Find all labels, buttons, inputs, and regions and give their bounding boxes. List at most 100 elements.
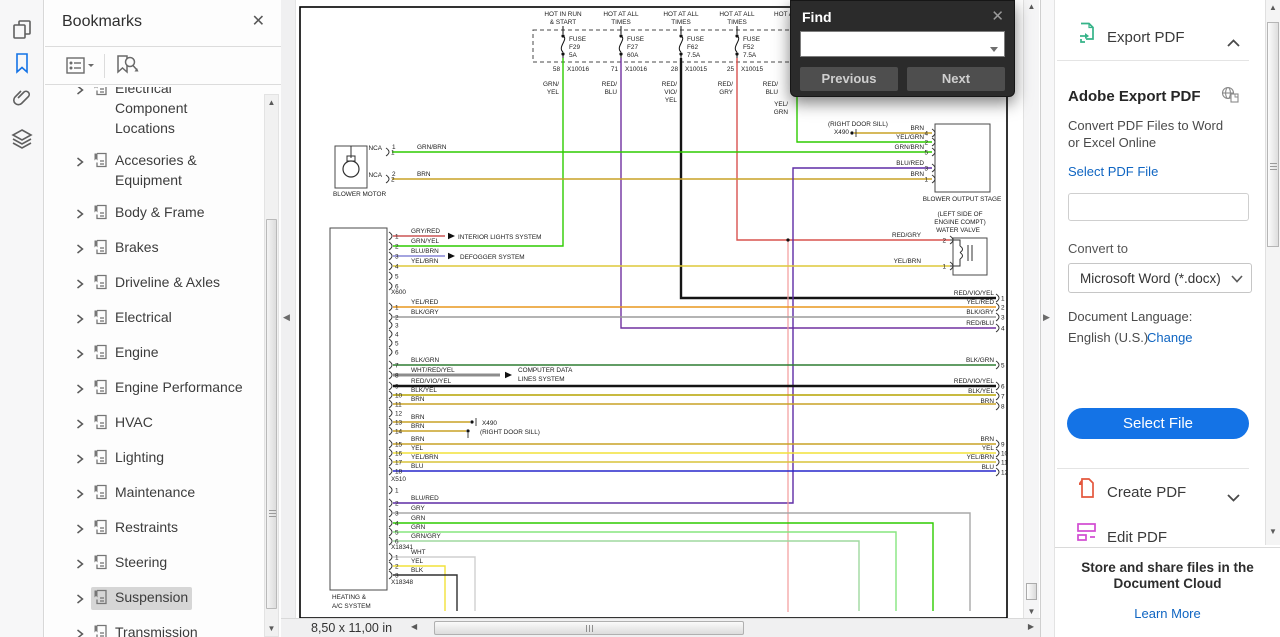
- chevron-right-icon[interactable]: [75, 150, 91, 172]
- svg-text:BRN: BRN: [981, 398, 995, 405]
- chevron-right-icon[interactable]: [75, 552, 91, 574]
- scroll-up-icon[interactable]: ▲: [1024, 2, 1039, 11]
- bookmark-item[interactable]: Restraints: [75, 511, 259, 546]
- close-panel-icon[interactable]: ✕: [252, 11, 265, 31]
- document-vertical-scrollbar[interactable]: ▲ ▼: [1023, 0, 1039, 618]
- svg-text:BLU/RED: BLU/RED: [411, 495, 439, 502]
- bookmark-item[interactable]: Maintenance: [75, 476, 259, 511]
- chevron-right-icon[interactable]: [75, 342, 91, 364]
- find-next-button[interactable]: Next: [907, 67, 1005, 91]
- chevron-right-icon[interactable]: [75, 622, 91, 637]
- scroll-up-icon[interactable]: ▲: [1266, 3, 1280, 12]
- svg-text:X10015: X10015: [741, 66, 763, 73]
- svg-text:BRN: BRN: [411, 396, 425, 403]
- bookmark-item[interactable]: Electrical Component Locations: [75, 87, 259, 144]
- svg-text:& START: & START: [550, 19, 576, 26]
- chevron-right-icon[interactable]: [75, 377, 91, 399]
- select-pdf-file-link[interactable]: Select PDF File: [1068, 164, 1158, 179]
- bookmark-item[interactable]: Brakes: [75, 231, 259, 266]
- chevron-right-icon[interactable]: [75, 307, 91, 329]
- chevron-right-icon[interactable]: [75, 412, 91, 434]
- attachments-button[interactable]: [0, 82, 44, 116]
- svg-text:2: 2: [924, 140, 928, 147]
- edit-pdf-label: Edit PDF: [1107, 529, 1167, 546]
- svg-text:BLU/RED: BLU/RED: [896, 160, 924, 167]
- find-input[interactable]: [803, 33, 983, 55]
- bookmarks-scrollbar[interactable]: ▲ ▼: [264, 94, 279, 637]
- chevron-right-icon[interactable]: [75, 202, 91, 224]
- svg-text:5: 5: [1001, 363, 1005, 370]
- scroll-down-icon[interactable]: ▼: [1024, 607, 1039, 616]
- bookmark-item[interactable]: Accesories & Equipment: [75, 144, 259, 196]
- bookmark-item[interactable]: Transmission: [75, 616, 259, 637]
- scroll-down-icon[interactable]: ▼: [265, 624, 278, 633]
- layers-button[interactable]: [0, 124, 44, 158]
- chevron-right-icon[interactable]: [75, 272, 91, 294]
- cloud-promo-line1: Store and share files in the: [1055, 560, 1280, 576]
- svg-text:9: 9: [395, 384, 399, 391]
- bookmark-page-icon: [93, 152, 108, 173]
- bookmark-item[interactable]: Electrical: [75, 301, 259, 336]
- bookmark-options-icon[interactable]: [66, 54, 96, 83]
- select-file-button[interactable]: Select File: [1067, 408, 1249, 439]
- svg-text:7: 7: [1001, 394, 1005, 401]
- svg-text:BLK/GRN: BLK/GRN: [966, 357, 994, 364]
- bookmark-item[interactable]: Steering: [75, 546, 259, 581]
- svg-text:12: 12: [395, 411, 403, 418]
- svg-text:2: 2: [395, 315, 399, 322]
- selected-file-field[interactable]: [1068, 193, 1249, 221]
- bookmark-item[interactable]: Lighting: [75, 441, 259, 476]
- chevron-right-icon[interactable]: [75, 237, 91, 259]
- svg-text:RED/VIO/YEL: RED/VIO/YEL: [954, 290, 995, 297]
- bookmarks-scroll-thumb[interactable]: [266, 219, 277, 609]
- bookmark-item[interactable]: Suspension: [75, 581, 259, 616]
- svg-text:1: 1: [395, 305, 399, 312]
- tools-scroll-thumb[interactable]: [1267, 22, 1279, 247]
- chevron-right-icon[interactable]: [75, 482, 91, 504]
- collapse-right-arrow-icon[interactable]: ▶: [1043, 312, 1050, 323]
- chevron-right-icon[interactable]: [75, 87, 91, 100]
- chevron-right-icon[interactable]: [75, 517, 91, 539]
- bookmark-page-icon: [93, 484, 108, 505]
- tools-panel-scrollbar[interactable]: ▲ ▼: [1265, 0, 1280, 545]
- change-language-link[interactable]: Change: [1147, 330, 1193, 345]
- svg-text:GRN/: GRN/: [543, 81, 559, 88]
- scroll-right-icon[interactable]: ▶: [1028, 622, 1034, 631]
- find-current-bookmark-icon[interactable]: [115, 54, 141, 83]
- bookmarks-button[interactable]: [0, 48, 44, 82]
- format-dropdown[interactable]: Microsoft Word (*.docx): [1068, 263, 1252, 293]
- horizontal-scroll-thumb[interactable]: [434, 621, 744, 635]
- chevron-right-icon[interactable]: [75, 447, 91, 469]
- page-size-label: 8,50 x 11,00 in: [311, 621, 392, 635]
- page-thumbnails-button[interactable]: [0, 14, 44, 48]
- svg-text:4: 4: [1001, 326, 1005, 333]
- svg-text:2: 2: [942, 238, 946, 245]
- svg-text:(RIGHT DOOR SILL): (RIGHT DOOR SILL): [480, 429, 540, 436]
- adobe-export-description: Convert PDF Files to Word or Excel Onlin…: [1068, 117, 1238, 151]
- learn-more-link[interactable]: Learn More: [1134, 606, 1200, 621]
- bookmark-item[interactable]: Driveline & Axles: [75, 266, 259, 301]
- find-close-icon[interactable]: ✕: [991, 7, 1004, 25]
- find-dropdown-icon[interactable]: [989, 41, 999, 59]
- bookmark-item[interactable]: HVAC: [75, 406, 259, 441]
- document-scroll-thumb[interactable]: [1026, 583, 1037, 600]
- create-pdf-section[interactable]: Create PDF: [1055, 477, 1280, 511]
- svg-text:13: 13: [395, 420, 403, 427]
- svg-text:15: 15: [395, 442, 403, 449]
- scroll-left-icon[interactable]: ◀: [411, 622, 417, 631]
- bookmark-item[interactable]: Engine Performance: [75, 371, 259, 406]
- bookmark-item[interactable]: Body & Frame: [75, 196, 259, 231]
- bookmark-label: Restraints: [115, 517, 178, 537]
- scroll-down-icon[interactable]: ▼: [1266, 527, 1280, 536]
- chevron-right-icon[interactable]: [75, 587, 91, 609]
- collapse-left-arrow-icon[interactable]: ◀: [283, 312, 290, 323]
- bookmark-item[interactable]: Engine: [75, 336, 259, 371]
- find-previous-button[interactable]: Previous: [800, 67, 898, 91]
- svg-text:5: 5: [395, 274, 399, 281]
- find-combo: [800, 31, 1005, 57]
- export-pdf-section[interactable]: Export PDF: [1055, 22, 1280, 56]
- scroll-up-icon[interactable]: ▲: [265, 98, 278, 107]
- svg-text:2: 2: [392, 171, 396, 178]
- document-horizontal-scrollbar[interactable]: ◀ ▶: [409, 620, 1036, 636]
- cloud-promo-line2: Document Cloud: [1055, 576, 1280, 592]
